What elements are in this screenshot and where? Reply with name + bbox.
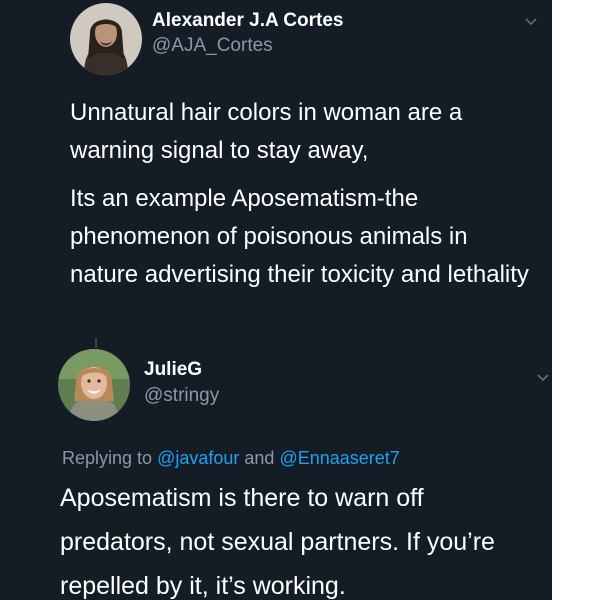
author-name[interactable]: JulieG <box>144 359 202 381</box>
replying-and: and <box>244 448 275 468</box>
reply-body: Aposematism is there to warn off predato… <box>60 484 495 600</box>
replying-prefix: Replying to <box>62 448 153 468</box>
author-handle[interactable]: @stringy <box>144 385 219 407</box>
avatar-woman-icon <box>58 349 130 421</box>
author-name[interactable]: Alexander J.A Cortes <box>152 10 343 32</box>
mention-link[interactable]: @javafour <box>157 448 239 468</box>
tweet-paragraph: Its an example Aposematism-the phenomeno… <box>70 185 529 288</box>
tweet-paragraph: Unnatural hair colors in woman are a war… <box>70 99 463 164</box>
avatar[interactable] <box>70 3 142 75</box>
thread-line <box>95 338 97 348</box>
mention-link[interactable]: @Ennaaseret7 <box>279 448 399 468</box>
replying-to: Replying to @javafour and @Ennaaseret7 <box>62 448 400 469</box>
chevron-down-icon[interactable] <box>536 370 550 384</box>
author-handle[interactable]: @AJA_Cortes <box>152 35 273 57</box>
tweet-thread-panel: Alexander J.A Cortes @AJA_Cortes Unnatur… <box>0 0 552 600</box>
chevron-down-icon[interactable] <box>524 14 538 28</box>
tweet-body: Unnatural hair colors in woman are a war… <box>70 94 540 294</box>
avatar-man-icon <box>70 3 142 75</box>
avatar[interactable] <box>58 349 130 421</box>
